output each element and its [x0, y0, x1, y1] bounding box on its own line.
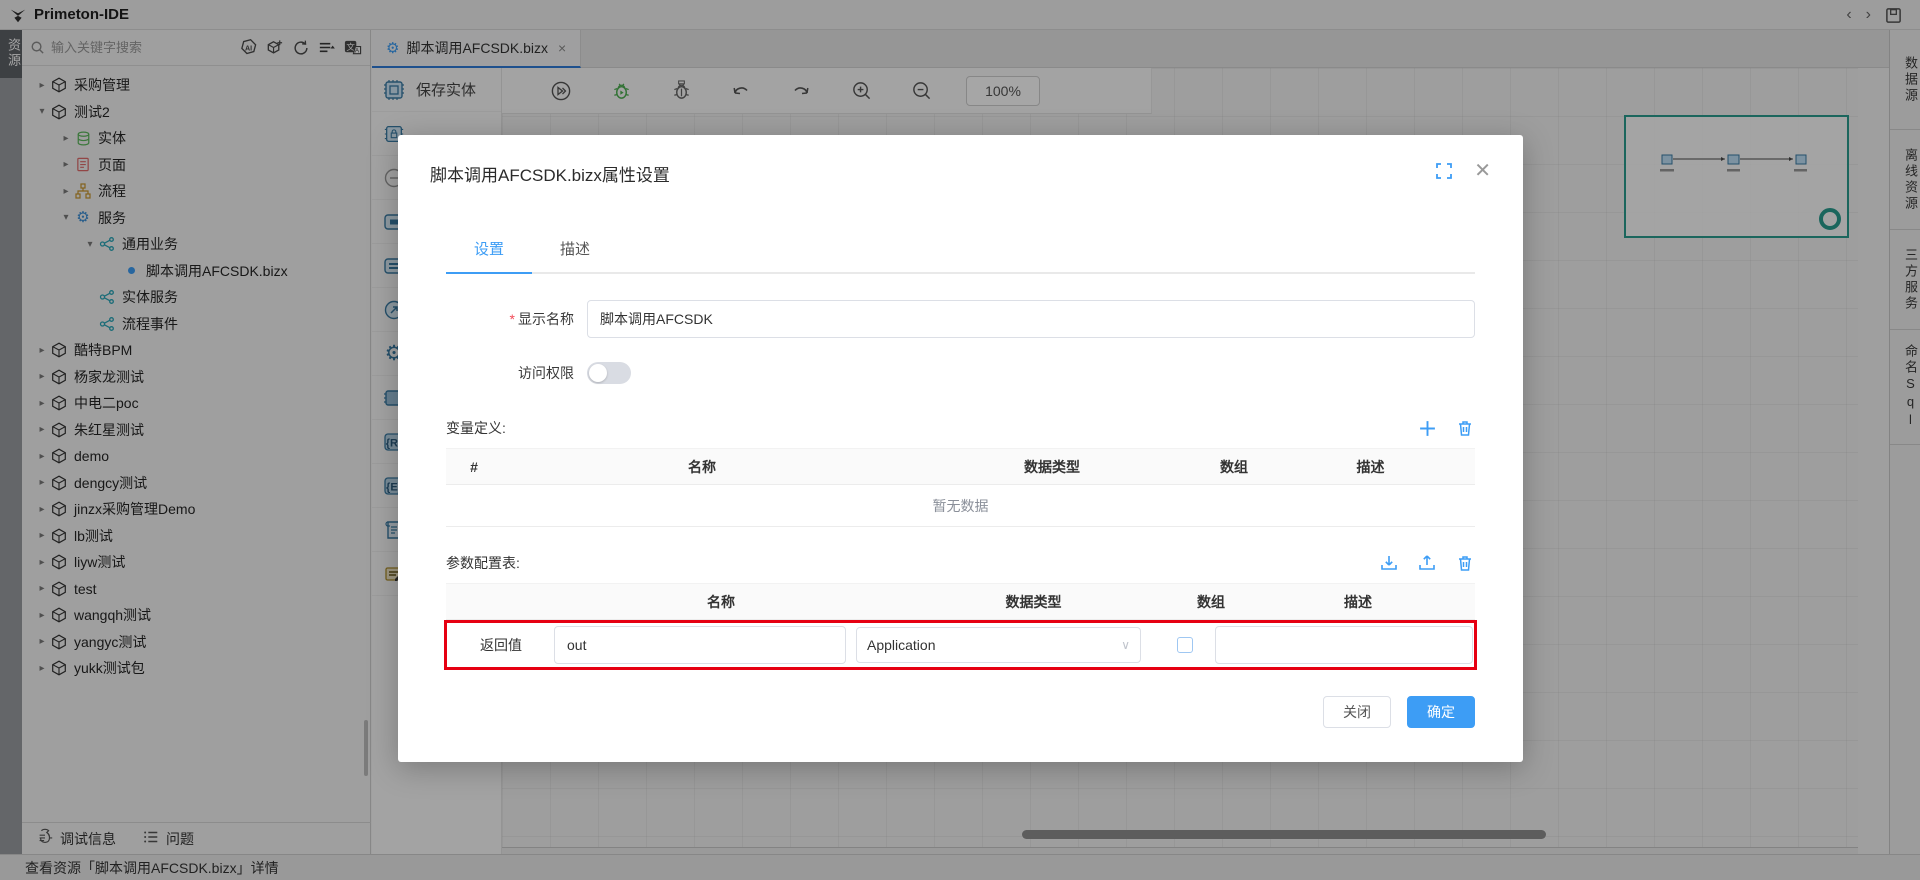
- variables-table: #名称数据类型数组描述: [446, 448, 1475, 485]
- column-header: 名称: [556, 584, 886, 620]
- close-icon[interactable]: ✕: [1474, 161, 1491, 181]
- trash-icon[interactable]: [1455, 553, 1475, 573]
- confirm-button[interactable]: 确定: [1407, 696, 1475, 728]
- param-array-checkbox[interactable]: [1177, 637, 1193, 653]
- variables-section-label: 变量定义:: [446, 418, 506, 438]
- param-type-select[interactable]: Application ∨: [856, 627, 1141, 663]
- active-tab-indicator: [446, 272, 532, 274]
- column-header: #: [446, 449, 502, 485]
- trash-icon[interactable]: [1455, 418, 1475, 438]
- column-header: 数组: [1202, 449, 1266, 485]
- column-header: 描述: [1241, 584, 1475, 620]
- column-header: 数据类型: [886, 584, 1181, 620]
- param-description-input[interactable]: [1215, 626, 1473, 664]
- variables-empty: 暂无数据: [446, 485, 1475, 527]
- required-asterisk: *: [510, 311, 515, 327]
- display-name-label: *显示名称: [446, 309, 574, 329]
- column-header: 名称: [502, 449, 902, 485]
- dialog-title: 脚本调用AFCSDK.bizx属性设置: [430, 161, 670, 186]
- chevron-down-icon: ∨: [1121, 638, 1130, 652]
- add-icon[interactable]: [1417, 418, 1437, 438]
- column-header: [446, 584, 556, 620]
- tab-settings[interactable]: 设置: [446, 238, 532, 272]
- param-row-label: 返回值: [448, 635, 554, 655]
- tab-divider: [446, 272, 1475, 274]
- export-icon[interactable]: [1417, 553, 1437, 573]
- param-name-input[interactable]: [554, 626, 846, 664]
- tab-description[interactable]: 描述: [532, 238, 618, 272]
- column-header: 数据类型: [902, 449, 1202, 485]
- fullscreen-icon[interactable]: [1436, 163, 1452, 179]
- access-toggle[interactable]: [587, 362, 631, 384]
- toggle-knob: [589, 364, 607, 382]
- params-table: 名称数据类型数组描述: [446, 583, 1475, 620]
- properties-dialog: 脚本调用AFCSDK.bizx属性设置 ✕ 设置 描述 *显示名称 访问权限 变…: [398, 135, 1523, 762]
- dialog-tabs: 设置 描述: [446, 238, 1475, 272]
- param-row-highlighted: 返回值 Application ∨: [446, 622, 1475, 668]
- close-button[interactable]: 关闭: [1323, 696, 1391, 728]
- params-section-label: 参数配置表:: [446, 553, 520, 573]
- column-header: 描述: [1266, 449, 1475, 485]
- access-label: 访问权限: [446, 363, 574, 383]
- display-name-input[interactable]: [587, 300, 1475, 338]
- column-header: 数组: [1181, 584, 1241, 620]
- import-icon[interactable]: [1379, 553, 1399, 573]
